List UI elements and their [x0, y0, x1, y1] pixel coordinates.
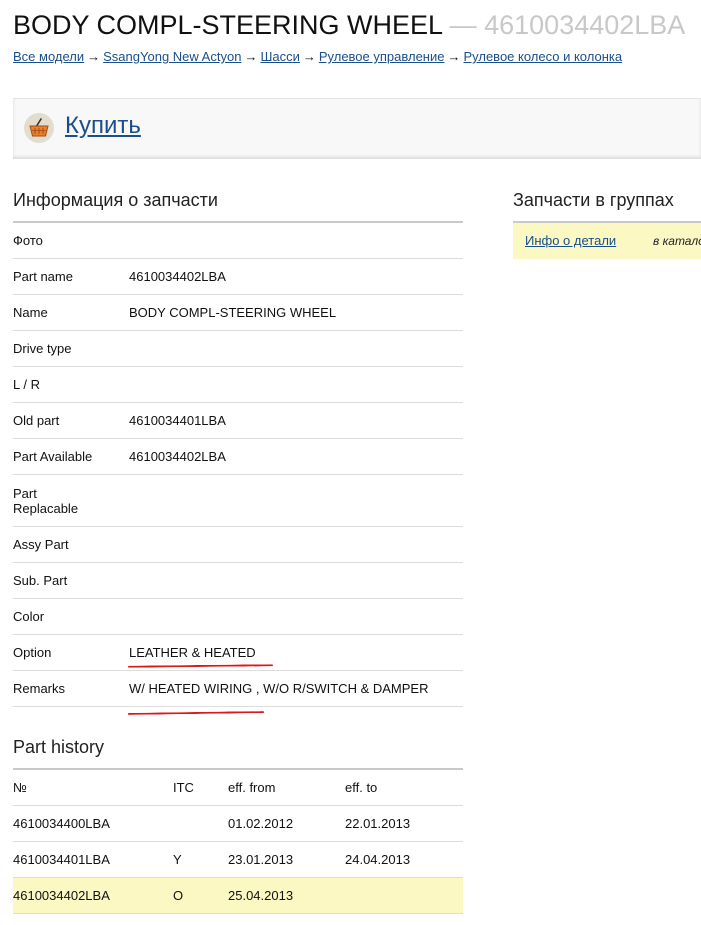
info-label: Color: [13, 609, 45, 624]
part-history-heading: Part history: [13, 737, 105, 757]
part-info-link[interactable]: Инфо о детали: [525, 233, 616, 248]
info-value: LEATHER & HEATED: [129, 645, 256, 660]
history-part-number: 4610034401LBA: [13, 852, 110, 867]
buy-panel: Купить: [13, 98, 701, 159]
breadcrumb-chassis[interactable]: Шасси: [260, 49, 299, 64]
info-label: Old part: [13, 413, 60, 428]
history-row-current: 4610034402LBA O 25.04.2013: [13, 878, 463, 914]
breadcrumb-arrow: →: [302, 49, 316, 64]
info-row-remarks: Remarks W/ HEATED WIRING , W/O R/SWITCH &…: [13, 671, 463, 707]
info-row-part-replacable: Part Replacable: [13, 475, 463, 527]
breadcrumb-model[interactable]: SsangYong New Actyon: [103, 49, 241, 64]
history-part-number: 4610034402LBA: [13, 888, 110, 903]
info-label: Фото: [13, 233, 43, 248]
part-info-heading: Информация о запчасти: [13, 190, 218, 210]
info-label: Remarks: [13, 681, 66, 696]
info-row-drive-type: Drive type: [13, 331, 463, 367]
info-label: Name: [13, 305, 48, 320]
breadcrumb-arrow: →: [447, 49, 461, 64]
history-eff-from: 01.02.2012: [228, 816, 294, 831]
info-row-assy-part: Assy Part: [13, 527, 463, 563]
part-code: 4610034402LBA: [484, 10, 686, 40]
info-label: Part Replacable: [13, 485, 79, 516]
title-separator: —: [449, 10, 477, 40]
basket-icon[interactable]: [24, 113, 54, 143]
info-label: Part Available: [13, 449, 93, 464]
info-label: Sub. Part: [13, 573, 68, 588]
page-title: BODY COMPL-STEERING WHEEL — 4610034402LB…: [13, 10, 685, 41]
part-history-table: № ITC eff. from eff. to 4610034400LBA 01…: [13, 768, 463, 914]
catalog-text: в каталоге: [653, 234, 701, 248]
info-row-part-name: Part name 4610034402LBA: [13, 259, 463, 295]
info-row-old-part: Old part 4610034401LBA: [13, 403, 463, 439]
history-col-itc: ITC: [173, 780, 194, 795]
buy-link[interactable]: Купить: [65, 112, 141, 140]
part-info-table: Фото Part name 4610034402LBA Name BODY COM…: [13, 221, 463, 707]
info-label: Option: [13, 645, 52, 660]
info-row-color: Color: [13, 599, 463, 635]
history-itc: O: [173, 888, 184, 903]
breadcrumb-all-models[interactable]: Все модели: [13, 49, 84, 64]
history-eff-from: 23.01.2013: [228, 852, 294, 867]
info-value: 4610034402LBA: [129, 449, 226, 464]
info-value: 4610034401LBA: [129, 413, 226, 428]
breadcrumb-steering-wheel[interactable]: Рулевое колесо и колонка: [463, 49, 622, 64]
info-row-name: Name BODY COMPL-STEERING WHEEL: [13, 295, 463, 331]
info-row-lr: L / R: [13, 367, 463, 403]
info-value: BODY COMPL-STEERING WHEEL: [129, 305, 337, 320]
history-row: 4610034400LBA 01.02.2012 22.01.2013: [13, 806, 463, 842]
history-eff-from: 25.04.2013: [228, 888, 294, 903]
history-part-number: 4610034400LBA: [13, 816, 110, 831]
history-eff-to: 24.04.2013: [345, 852, 411, 867]
history-col-from: eff. from: [228, 780, 276, 795]
history-col-to: eff. to: [345, 780, 378, 795]
breadcrumb: Все модели → SsangYong New Actyon → Шасси → Ру…: [13, 49, 622, 64]
info-label: Part name: [13, 269, 73, 284]
info-row-sub-part: Sub. Part: [13, 563, 463, 599]
breadcrumb-steering[interactable]: Рулевое управление: [319, 49, 445, 64]
groups-heading: Запчасти в группах: [513, 190, 674, 210]
info-row-part-available: Part Available 4610034402LBA: [13, 439, 463, 475]
part-title: BODY COMPL-STEERING WHEEL: [13, 10, 443, 40]
history-row: 4610034401LBA Y 23.01.2013 24.04.2013: [13, 842, 463, 878]
groups-row: Инфо о детали в каталоге: [513, 221, 701, 259]
info-label: Drive type: [13, 341, 72, 356]
history-header-row: № ITC eff. from eff. to: [13, 770, 463, 806]
info-value: W/ HEATED WIRING , W/O R/SWITCH & DAMPER: [129, 681, 429, 696]
breadcrumb-arrow: →: [244, 49, 258, 64]
info-row-photo: Фото: [13, 223, 463, 259]
info-value: 4610034402LBA: [129, 269, 226, 284]
history-col-number: №: [13, 780, 27, 795]
breadcrumb-arrow: →: [87, 49, 101, 64]
red-annotation-underline: [127, 711, 265, 715]
info-label: Assy Part: [13, 537, 69, 552]
history-eff-to: 22.01.2013: [345, 816, 411, 831]
info-label: L / R: [13, 377, 40, 392]
history-itc: Y: [173, 852, 182, 867]
